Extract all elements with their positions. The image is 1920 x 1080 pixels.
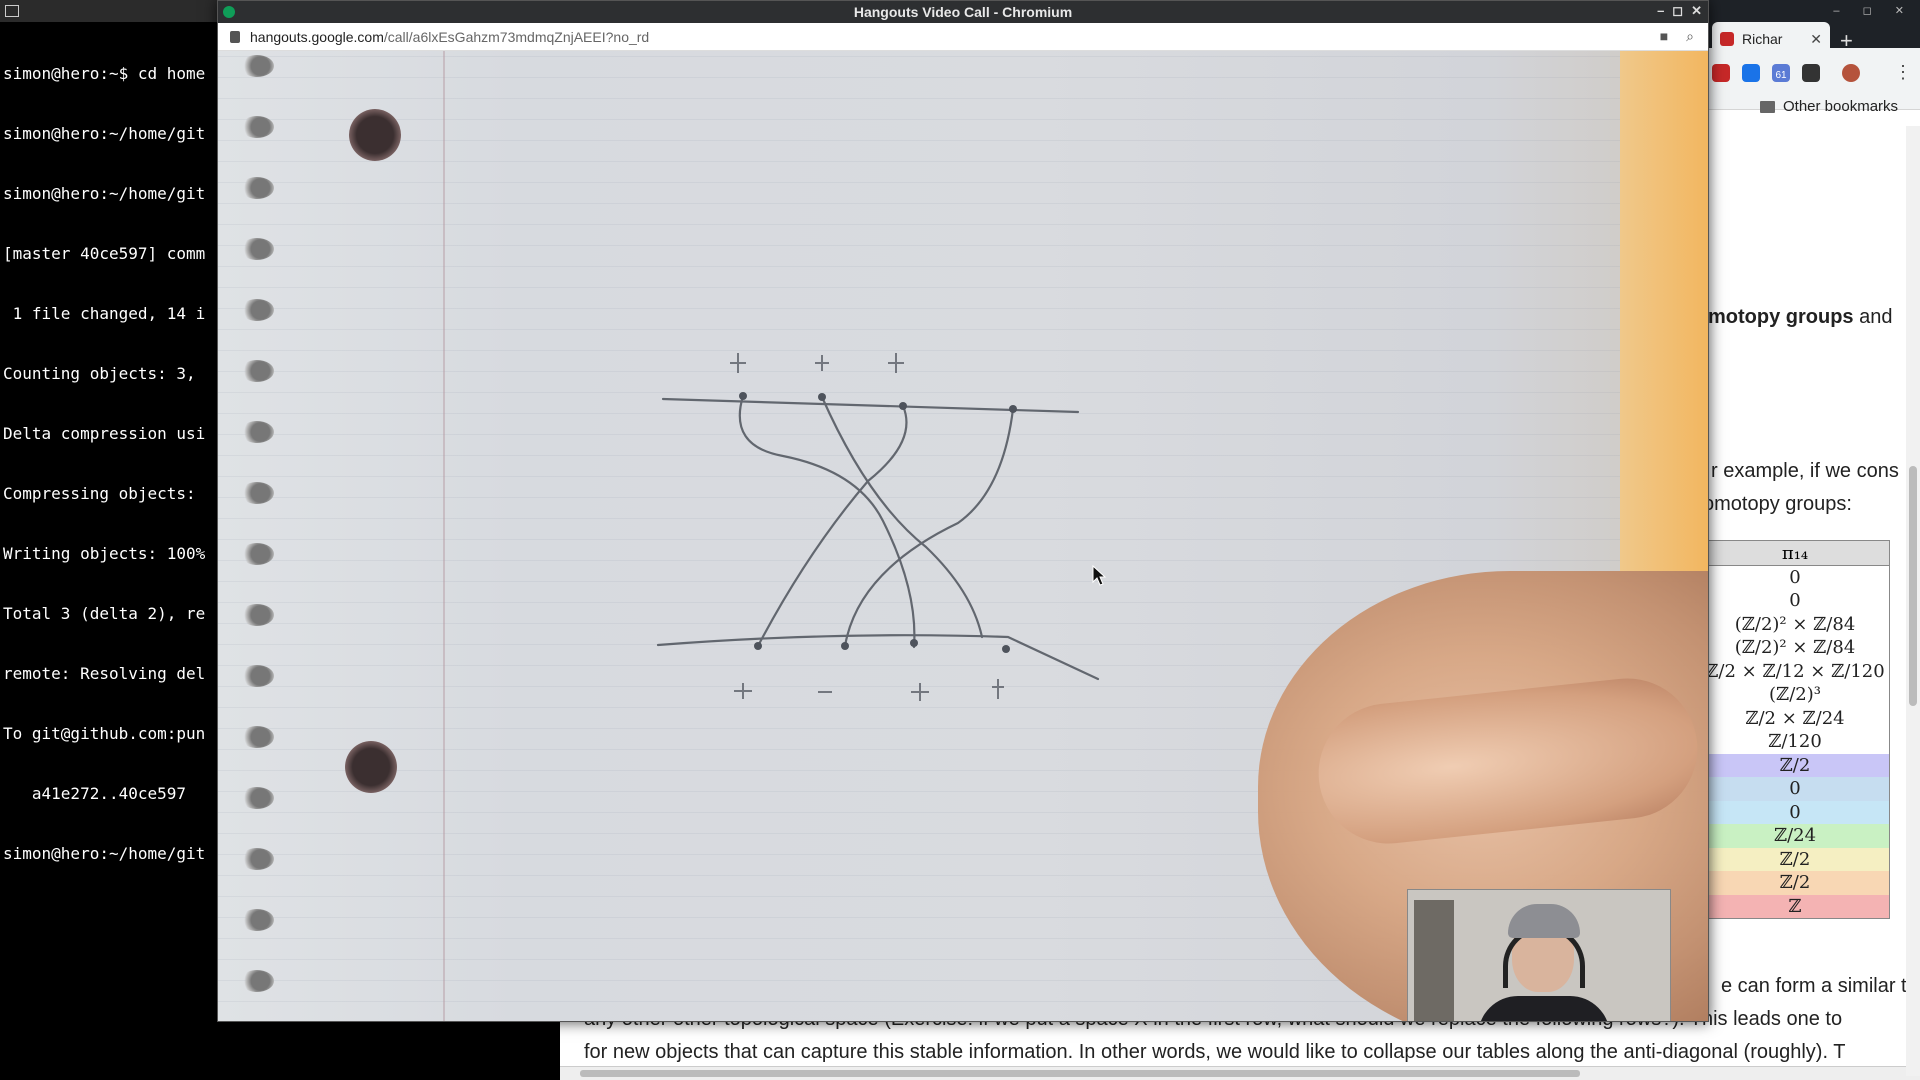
browser-tabstrip: – ◻ ✕ Richar ✕ + bbox=[1700, 0, 1920, 56]
node-dot bbox=[841, 642, 849, 650]
ublock-extension-icon[interactable] bbox=[1712, 64, 1730, 82]
calendar-extension-icon[interactable]: 61 bbox=[1772, 64, 1790, 82]
chromium-browser-window[interactable]: – ◻ ✕ Richar ✕ + 61 ⋮ Other bookmarks bbox=[1700, 0, 1920, 1080]
plus-sign bbox=[815, 355, 829, 371]
hangouts-app-icon bbox=[223, 6, 235, 18]
mouse-cursor-icon bbox=[1092, 565, 1107, 586]
profile-avatar[interactable] bbox=[1842, 64, 1860, 82]
node-dot bbox=[899, 402, 907, 410]
background-door bbox=[1414, 900, 1454, 1021]
url-host: hangouts.google.com bbox=[250, 28, 384, 45]
tab-close-icon[interactable]: ✕ bbox=[1810, 31, 1822, 48]
terminal-icon bbox=[5, 5, 19, 17]
strand bbox=[820, 395, 984, 639]
url-path: /call/a6lxEsGahzm73mdmqZnjAEEI?no_rd bbox=[383, 28, 650, 45]
strand bbox=[843, 407, 1015, 648]
other-bookmarks[interactable]: Other bookmarks bbox=[1760, 98, 1898, 115]
node-dot bbox=[1002, 645, 1010, 653]
self-view-video[interactable] bbox=[1407, 889, 1671, 1021]
plus-sign bbox=[888, 353, 904, 373]
strand bbox=[756, 404, 908, 648]
node-dot bbox=[818, 393, 826, 401]
extension-icon[interactable] bbox=[1742, 64, 1760, 82]
minimize-icon[interactable]: – bbox=[1657, 3, 1664, 19]
remote-video-feed[interactable] bbox=[218, 51, 1708, 1021]
browser-menu-icon[interactable]: ⋮ bbox=[1894, 62, 1912, 83]
tab-title: Richar bbox=[1742, 31, 1783, 47]
lock-icon bbox=[230, 30, 240, 43]
node-dot bbox=[1009, 405, 1017, 413]
person-body bbox=[1478, 996, 1610, 1021]
plus-sign bbox=[911, 683, 929, 701]
zoom-icon[interactable]: ⌕ bbox=[1686, 28, 1694, 45]
plus-sign bbox=[730, 353, 746, 373]
paragraph-line: for new objects that can capture this st… bbox=[584, 1041, 1846, 1063]
bottom-rail bbox=[656, 634, 1100, 681]
folder-icon bbox=[1760, 100, 1775, 113]
call-titlebar[interactable]: Hangouts Video Call - Chromium – ◻ ✕ bbox=[218, 1, 1708, 23]
node-dot bbox=[754, 642, 762, 650]
scrollbar-thumb[interactable] bbox=[580, 1070, 1580, 1077]
video-camera-icon[interactable]: ■ bbox=[1660, 28, 1668, 45]
close-icon[interactable]: ✕ bbox=[1691, 3, 1702, 19]
plus-sign bbox=[734, 683, 752, 699]
call-address-bar[interactable]: hangouts.google.com/call/a6lxEsGahzm73md… bbox=[218, 23, 1708, 51]
beanie-hat bbox=[1508, 904, 1580, 938]
node-dot bbox=[910, 639, 918, 647]
call-window-title: Hangouts Video Call - Chromium bbox=[853, 4, 1073, 20]
extension-icon[interactable] bbox=[1802, 64, 1820, 82]
strand bbox=[738, 394, 916, 649]
plus-sign bbox=[992, 679, 1004, 699]
hangouts-call-window[interactable]: Hangouts Video Call - Chromium – ◻ ✕ han… bbox=[217, 0, 1709, 1022]
node-dot bbox=[739, 392, 747, 400]
other-bookmarks-label: Other bookmarks bbox=[1783, 98, 1899, 115]
browser-window-controls[interactable]: – ◻ ✕ bbox=[1833, 4, 1914, 17]
maximize-icon[interactable]: ◻ bbox=[1672, 3, 1683, 19]
tab-favicon-icon bbox=[1720, 32, 1734, 46]
